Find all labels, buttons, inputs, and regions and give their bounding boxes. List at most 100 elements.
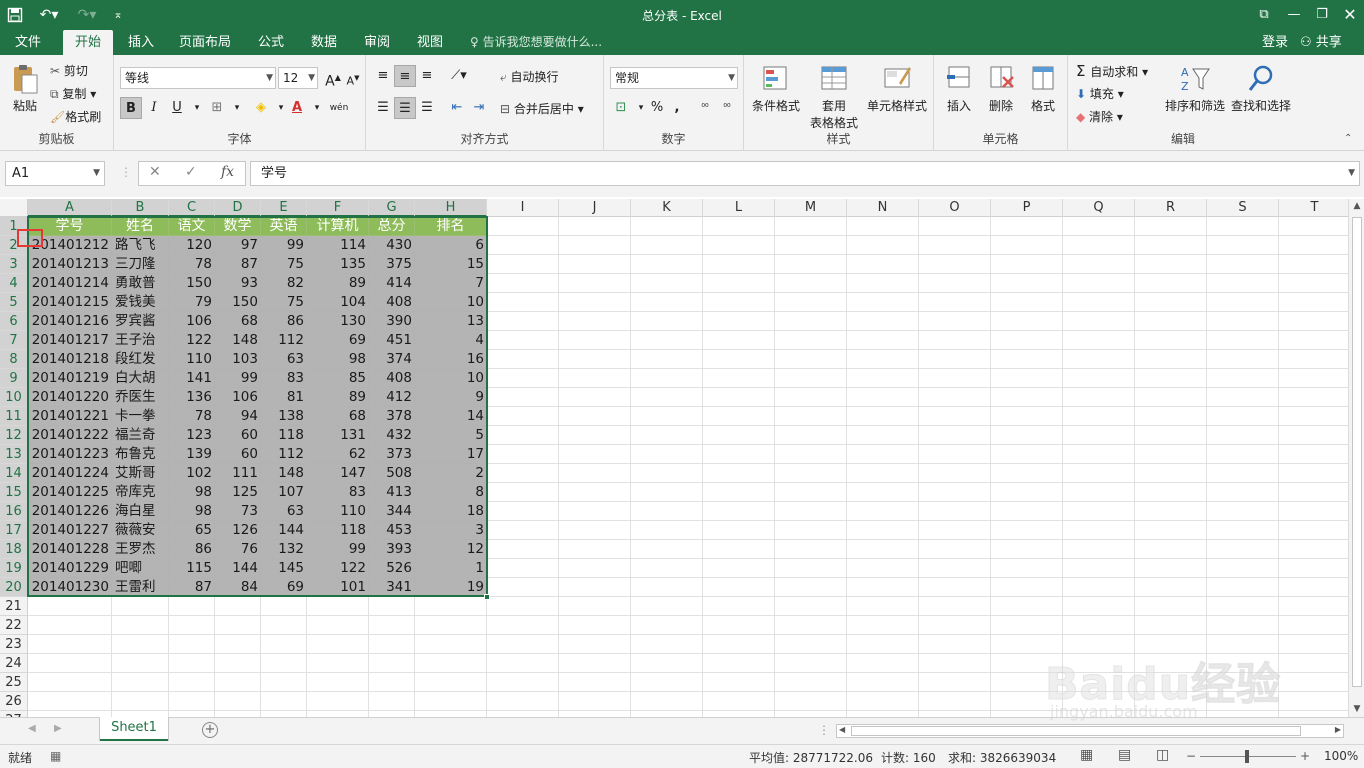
bold-button[interactable]: B [120,97,142,119]
column-header-m[interactable]: M [775,199,847,217]
align-left-icon[interactable]: ☰ [372,97,394,119]
grow-font-button[interactable]: A▲ [322,67,344,90]
row-header-18[interactable]: 18 [0,540,28,559]
cut-button[interactable]: ✂ 剪切 [50,62,88,79]
fill-color-icon[interactable]: ◈ [250,97,272,119]
row-header-8[interactable]: 8 [0,350,28,369]
font-color-icon[interactable]: A [286,97,308,119]
close-icon[interactable]: ✕ [1337,4,1363,26]
scroll-up-icon[interactable]: ▲ [1349,201,1364,211]
fill-handle[interactable] [484,594,490,600]
increase-indent-icon[interactable]: ⇥ [468,97,490,119]
enter-icon[interactable]: ✓ [185,164,197,180]
accounting-format-icon[interactable]: ⊡ [610,97,632,119]
format-painter-button[interactable]: 🖌格式刷 [50,108,101,125]
vertical-scroll-thumb[interactable] [1352,217,1362,687]
align-top-icon[interactable]: ≡ [372,65,394,87]
row-header-16[interactable]: 16 [0,502,28,521]
increase-decimal-icon[interactable]: ⁰⁰ [694,97,716,119]
column-header-q[interactable]: Q [1063,199,1135,217]
normal-view-icon[interactable]: ▦ [1080,747,1093,763]
cell-area[interactable]: 学号 姓名 语文 数学 英语 计算机 总分 排名 201401212 路飞飞 120 97 99 114 4… [17,216,1348,717]
macro-record-icon[interactable]: ▦ [50,749,61,763]
row-header-9[interactable]: 9 [0,369,28,388]
vertical-scrollbar[interactable]: ▲ ▼ [1348,199,1364,717]
tab-view[interactable]: 视图 [409,30,451,55]
horizontal-scrollbar[interactable]: ◀ ▶ [836,724,1344,738]
align-bottom-icon[interactable]: ≡ [416,65,438,87]
tab-formulas[interactable]: 公式 [250,30,292,55]
scroll-right-icon[interactable]: ▶ [1335,725,1341,734]
format-as-table-button[interactable]: 套用 表格格式 [804,63,864,131]
align-middle-icon[interactable]: ≡ [394,65,416,87]
tab-splitter[interactable]: ⋮ [818,723,830,737]
sign-in-link[interactable]: 登录 [1262,30,1288,55]
row-header-3[interactable]: 3 [0,255,28,274]
conditional-formatting-button[interactable]: 条件格式 [748,63,804,114]
formula-input[interactable]: 学号 ▼ [250,161,1360,186]
fill-button[interactable]: ⬇ 填充 ▾ [1076,85,1124,102]
column-header-k[interactable]: K [631,199,703,217]
horizontal-scroll-thumb[interactable] [851,726,1301,736]
column-header-n[interactable]: N [847,199,919,217]
formula-bar-splitter[interactable]: ⋮ [120,165,132,179]
row-header-7[interactable]: 7 [0,331,28,350]
row-header-6[interactable]: 6 [0,312,28,331]
zoom-slider-thumb[interactable] [1245,750,1249,763]
name-box[interactable]: A1 ▼ [5,161,105,186]
add-sheet-button[interactable]: + [202,722,218,738]
font-color-dropdown-icon[interactable]: ▾ [306,97,328,119]
sheet-tab-sheet1[interactable]: Sheet1 [100,717,168,741]
autosum-button[interactable]: Σ 自动求和 ▾ [1076,62,1148,80]
tab-home[interactable]: 开始 [63,30,113,55]
tab-page-layout[interactable]: 页面布局 [172,30,238,55]
insert-cells-button[interactable]: 插入 [940,63,978,114]
share-button[interactable]: ⚇ 共享 [1300,30,1342,55]
tell-me-box[interactable]: ♀ 告诉我您想要做什么... [470,30,602,55]
row-header-26[interactable]: 26 [0,692,28,711]
row-header-19[interactable]: 19 [0,559,28,578]
clear-button[interactable]: ◆ 清除 ▾ [1076,108,1123,125]
row-header-12[interactable]: 12 [0,426,28,445]
column-header-b[interactable]: B [112,199,169,217]
row-header-5[interactable]: 5 [0,293,28,312]
row-header-10[interactable]: 10 [0,388,28,407]
scroll-left-icon[interactable]: ◀ [839,725,845,734]
align-center-icon[interactable]: ☰ [394,97,416,119]
column-header-p[interactable]: P [991,199,1063,217]
delete-cells-button[interactable]: 删除 [982,63,1020,114]
font-size-combo[interactable]: 12 ▼ [278,67,318,89]
row-header-24[interactable]: 24 [0,654,28,673]
row-header-15[interactable]: 15 [0,483,28,502]
ribbon-display-options-icon[interactable]: ⧉ [1251,4,1277,26]
underline-button[interactable]: U [166,97,188,119]
row-header-13[interactable]: 13 [0,445,28,464]
column-header-s[interactable]: S [1207,199,1279,217]
paste-button[interactable]: 粘贴 [6,63,44,114]
zoom-in-icon[interactable]: + [1300,749,1310,763]
restore-icon[interactable]: ❐ [1309,4,1335,26]
cell-styles-button[interactable]: 单元格样式 [864,63,930,114]
select-all-corner[interactable] [0,199,28,217]
underline-dropdown-icon[interactable]: ▾ [186,97,208,119]
column-header-r[interactable]: R [1135,199,1207,217]
prev-sheet-icon[interactable]: ◀ [28,723,36,734]
tab-file[interactable]: 文件 [6,30,50,55]
decrease-indent-icon[interactable]: ⇤ [446,97,468,119]
comma-style-button[interactable]: , [666,97,688,119]
row-header-23[interactable]: 23 [0,635,28,654]
column-header-h[interactable]: H [415,199,487,217]
borders-dropdown-icon[interactable]: ▾ [226,97,248,119]
column-header-a[interactable]: A [28,199,112,217]
cancel-icon[interactable]: ✕ [149,164,161,180]
minimize-icon[interactable]: — [1281,4,1307,26]
copy-button[interactable]: ⧉ 复制 ▾ [50,85,96,102]
italic-button[interactable]: I [143,97,165,119]
shrink-font-button[interactable]: A▼ [342,67,364,89]
row-header-4[interactable]: 4 [0,274,28,293]
insert-function-icon[interactable]: fx [221,164,234,180]
column-header-f[interactable]: F [307,199,369,217]
number-format-combo[interactable]: 常规 ▼ [610,67,738,89]
percent-style-button[interactable]: % [646,97,668,119]
decrease-decimal-icon[interactable]: ⁰⁰ [716,97,738,119]
